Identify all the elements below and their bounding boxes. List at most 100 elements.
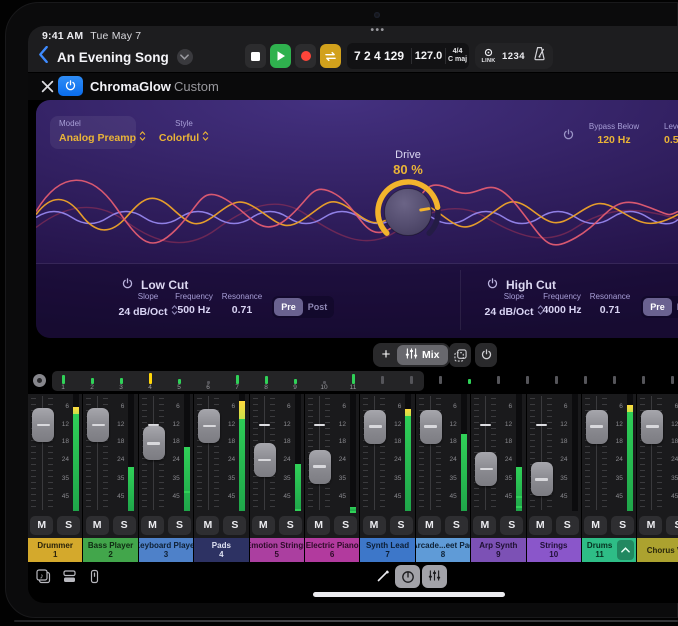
strip-track[interactable] — [492, 376, 504, 392]
fader-handle[interactable] — [87, 408, 109, 442]
fader-handle[interactable] — [254, 443, 276, 477]
strip-track-3[interactable]: 3 — [115, 378, 127, 392]
loops-browser-button[interactable]: ♪ — [36, 569, 51, 587]
strip-track[interactable] — [463, 379, 475, 392]
back-chevron-icon[interactable] — [38, 46, 49, 68]
solo-button[interactable]: S — [390, 516, 413, 535]
strip-track-11[interactable]: 11 — [347, 374, 359, 392]
strip-track-7[interactable]: 7 — [231, 375, 243, 392]
track-label[interactable]: Arcade...eet Pad8 — [416, 538, 470, 562]
mute-button[interactable]: M — [584, 516, 607, 535]
pre-button[interactable]: Pre — [643, 298, 672, 316]
mixer-view-button[interactable] — [422, 565, 447, 588]
mute-button[interactable]: M — [418, 516, 441, 535]
style-selector[interactable]: Style Colorful — [154, 119, 214, 145]
song-menu-button[interactable] — [177, 49, 193, 65]
duplicate-button[interactable] — [449, 343, 471, 367]
metronome-button[interactable] — [532, 46, 547, 66]
mute-button[interactable]: M — [252, 516, 275, 535]
strip-track[interactable] — [405, 376, 417, 392]
strip-track[interactable] — [521, 376, 533, 392]
track-label[interactable]: Chorus V — [637, 538, 678, 562]
fader-handle[interactable] — [475, 452, 497, 486]
track-label[interactable]: Electric Piano6 — [305, 538, 359, 562]
solo-button[interactable]: S — [611, 516, 634, 535]
solo-button[interactable]: S — [556, 516, 579, 535]
strip-track-9[interactable]: 9 — [289, 379, 301, 392]
bypass-power-icon[interactable] — [563, 127, 574, 145]
strip-track[interactable] — [637, 376, 649, 392]
master-channel-icon[interactable] — [33, 374, 46, 387]
track-overview-strip[interactable]: 1 2 3 4 5 6 7 8 9 10 11 — [28, 370, 678, 392]
solo-button[interactable]: S — [168, 516, 191, 535]
pre-button[interactable]: Pre — [274, 298, 303, 316]
fader-handle[interactable] — [364, 410, 386, 444]
mute-button[interactable]: M — [307, 516, 330, 535]
collapse-chevron-button[interactable] — [617, 540, 634, 560]
track-label[interactable]: Arp Synth9 — [471, 538, 525, 562]
track-label[interactable]: Emotion Strings5 — [250, 538, 304, 562]
strip-track-1[interactable]: 1 — [57, 375, 69, 392]
solo-button[interactable]: S — [223, 516, 246, 535]
track-label[interactable]: Strings10 — [527, 538, 581, 562]
stop-button[interactable] — [245, 44, 266, 68]
mute-button[interactable]: M — [529, 516, 552, 535]
model-selector[interactable]: Model Analog Preamp — [50, 116, 136, 149]
plugins-button[interactable] — [87, 569, 102, 587]
fader-handle[interactable] — [32, 408, 54, 442]
solo-button[interactable]: S — [445, 516, 468, 535]
mute-button[interactable]: M — [141, 516, 164, 535]
controls-view-button[interactable] — [395, 565, 420, 588]
fader-handle[interactable] — [586, 410, 608, 444]
close-plugin-button[interactable] — [40, 80, 54, 94]
pencil-tool-button[interactable] — [376, 569, 390, 586]
strip-track-5[interactable]: 5 — [173, 379, 185, 392]
cycle-button[interactable] — [320, 44, 341, 68]
solo-button[interactable]: S — [666, 516, 678, 535]
mute-button[interactable]: M — [30, 516, 53, 535]
solo-button[interactable]: S — [279, 516, 302, 535]
mixer-power-button[interactable] — [475, 343, 497, 367]
solo-button[interactable]: S — [113, 516, 136, 535]
track-label[interactable]: Pads4 — [194, 538, 248, 562]
strip-track[interactable] — [666, 376, 678, 392]
strip-track[interactable] — [579, 376, 591, 392]
mix-button[interactable]: Mix — [397, 345, 448, 365]
level-control[interactable]: Level 0.5 — [664, 122, 678, 146]
fader-handle[interactable] — [309, 450, 331, 484]
link-button[interactable]: LINK — [481, 48, 495, 64]
track-label[interactable]: Drums11 — [582, 538, 636, 562]
strip-track-4[interactable]: 4 — [144, 373, 156, 392]
strip-track[interactable] — [376, 376, 388, 392]
post-button[interactable]: Post — [672, 298, 678, 316]
high-cut-resonance[interactable]: Resonance 0.71 — [575, 292, 645, 316]
strip-track[interactable] — [434, 376, 446, 392]
add-track-button[interactable]: + — [375, 345, 397, 365]
lcd-display[interactable]: 7 2 4 129 127.0 4/4 C maj — [347, 43, 469, 69]
song-title[interactable]: An Evening Song — [57, 50, 169, 65]
mute-button[interactable]: M — [473, 516, 496, 535]
post-button[interactable]: Post — [303, 298, 332, 316]
fader-handle[interactable] — [641, 410, 663, 444]
strip-track-10[interactable]: 10 — [318, 381, 330, 392]
mute-button[interactable]: M — [196, 516, 219, 535]
fader-handle[interactable] — [143, 426, 165, 460]
fader-handle[interactable] — [420, 410, 442, 444]
fader-handle[interactable] — [531, 462, 553, 496]
mute-button[interactable]: M — [86, 516, 109, 535]
strip-track-8[interactable]: 8 — [260, 376, 272, 392]
strip-track-6[interactable]: 6 — [202, 381, 214, 392]
mute-button[interactable]: M — [363, 516, 386, 535]
strip-track-2[interactable]: 2 — [86, 378, 98, 392]
track-label[interactable]: Bass Player2 — [83, 538, 137, 562]
plugin-preset[interactable]: Custom — [174, 79, 219, 94]
strip-track[interactable] — [608, 376, 620, 392]
bypass-below-control[interactable]: Bypass Below 120 Hz — [579, 122, 649, 146]
track-label[interactable]: Keyboard Player3 — [139, 538, 193, 562]
record-button[interactable] — [295, 44, 316, 68]
count-in-button[interactable]: 1234 — [502, 51, 525, 62]
play-button[interactable] — [270, 44, 291, 68]
browser-button[interactable] — [62, 569, 77, 587]
solo-button[interactable]: S — [57, 516, 80, 535]
strip-track[interactable] — [550, 376, 562, 392]
